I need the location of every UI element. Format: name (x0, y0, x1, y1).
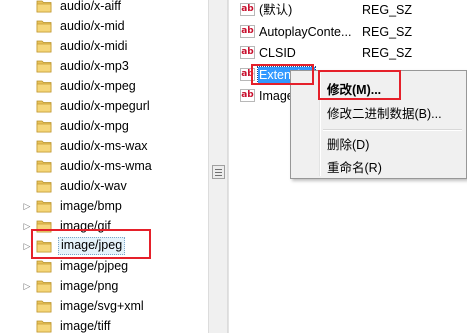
tree-item[interactable]: image/tiff (0, 316, 208, 333)
string-value-icon: ab (240, 89, 255, 102)
value-type: REG_SZ (362, 24, 413, 39)
tree-item-label: image/png (60, 279, 119, 293)
tree-item[interactable]: ▷ image/gif (0, 216, 208, 236)
tree-item[interactable]: audio/x-midi (0, 36, 208, 56)
context-menu: 修改(M)... 修改二进制数据(B)... 删除(D) 重命名(R) (290, 70, 467, 179)
tree-item[interactable]: audio/x-ms-wax (0, 136, 208, 156)
tree-item[interactable]: audio/x-aiff (0, 0, 208, 16)
tree-item-label: audio/x-midi (60, 39, 128, 53)
folder-icon (36, 259, 52, 273)
menu-item[interactable]: 删除(D) (293, 134, 464, 156)
tree-item[interactable]: ▷ image/png (0, 276, 208, 296)
tree-item[interactable]: audio/x-mid (0, 16, 208, 36)
tree-item[interactable]: audio/x-wav (0, 176, 208, 196)
pane-splitter[interactable] (208, 0, 228, 333)
tree-item-label: audio/x-wav (60, 179, 127, 193)
folder-icon (36, 79, 52, 93)
tree-item-label: image/tiff (60, 319, 111, 333)
string-value-icon: ab (240, 67, 255, 81)
tree-item-label: image/bmp (60, 199, 122, 213)
registry-key-tree[interactable]: audio/x-aiff audio/x-mid audio/x-midi audio… (0, 0, 208, 333)
menu-item[interactable]: 重命名(R) (293, 157, 464, 179)
folder-icon (36, 19, 52, 33)
value-type: REG_SZ (362, 46, 413, 60)
folder-icon (36, 279, 52, 293)
value-row[interactable]: ab CLSID REG_SZ (229, 43, 467, 63)
expander-arrow-icon[interactable]: ▷ (23, 221, 31, 231)
tree-item-label: audio/x-mid (60, 19, 125, 33)
value-name: CLSID (259, 46, 296, 60)
tree-item[interactable]: audio/x-mpg (0, 116, 208, 136)
folder-icon (36, 159, 52, 173)
tree-item[interactable]: image/pjpeg (0, 256, 208, 276)
tree-item[interactable]: ▷ image/jpeg (0, 236, 208, 256)
tree-item-label: audio/x-mpegurl (60, 99, 150, 113)
expander-arrow-icon[interactable]: ▷ (23, 201, 31, 211)
folder-icon (36, 179, 52, 193)
tree-item[interactable]: audio/x-ms-wma (0, 156, 208, 176)
tree-item-label: audio/x-aiff (60, 0, 121, 13)
folder-icon (36, 0, 52, 13)
tree-item-label: audio/x-mpeg (60, 79, 136, 93)
tree-item-label: image/jpeg (58, 237, 126, 255)
tree-item-label: image/svg+xml (60, 299, 144, 313)
expander-arrow-icon[interactable]: ▷ (23, 241, 31, 251)
folder-icon (36, 39, 52, 53)
menu-separator (323, 129, 462, 131)
value-row[interactable]: ab AutoplayConte... REG_SZ (229, 22, 467, 42)
tree-item-label: audio/x-ms-wma (60, 159, 152, 173)
tree-item[interactable]: image/svg+xml (0, 296, 208, 316)
string-value-icon: ab (240, 3, 255, 16)
string-value-icon: ab (240, 46, 255, 59)
value-name: (默认) (259, 3, 293, 17)
menu-item[interactable]: 修改(M)... (293, 79, 464, 101)
folder-icon (36, 139, 52, 153)
folder-icon (36, 299, 52, 313)
menu-item-label: 重命名(R) (327, 161, 382, 175)
expander-arrow-icon[interactable]: ▷ (23, 281, 31, 291)
tree-item-label: audio/x-mpg (60, 119, 129, 133)
folder-icon (36, 119, 52, 133)
tree-item-label: audio/x-mp3 (60, 59, 129, 73)
folder-icon (36, 319, 52, 333)
tree-item[interactable]: ▷ image/bmp (0, 196, 208, 216)
menu-item-label: 删除(D) (327, 138, 370, 152)
value-row[interactable]: ab (默认) REG_SZ (229, 0, 467, 20)
splitter-grip-icon[interactable] (212, 165, 225, 179)
value-type: REG_SZ (362, 3, 413, 17)
menu-item[interactable]: 修改二进制数据(B)... (293, 103, 464, 125)
menu-item-label: 修改二进制数据(B)... (327, 107, 442, 121)
tree-item-label: image/pjpeg (60, 259, 129, 273)
menu-item-label: 修改(M)... (327, 83, 382, 97)
folder-icon (36, 219, 52, 233)
folder-icon (36, 99, 52, 113)
tree-item[interactable]: audio/x-mp3 (0, 56, 208, 76)
tree-item[interactable]: audio/x-mpegurl (0, 96, 208, 116)
string-value-icon: ab (240, 24, 255, 38)
folder-icon (36, 199, 52, 213)
tree-item-label: image/gif (60, 219, 111, 233)
folder-icon (36, 59, 52, 73)
tree-item-label: audio/x-ms-wax (60, 139, 148, 153)
value-name: AutoplayConte... (259, 24, 352, 39)
folder-icon (36, 239, 52, 253)
tree-item[interactable]: audio/x-mpeg (0, 76, 208, 96)
